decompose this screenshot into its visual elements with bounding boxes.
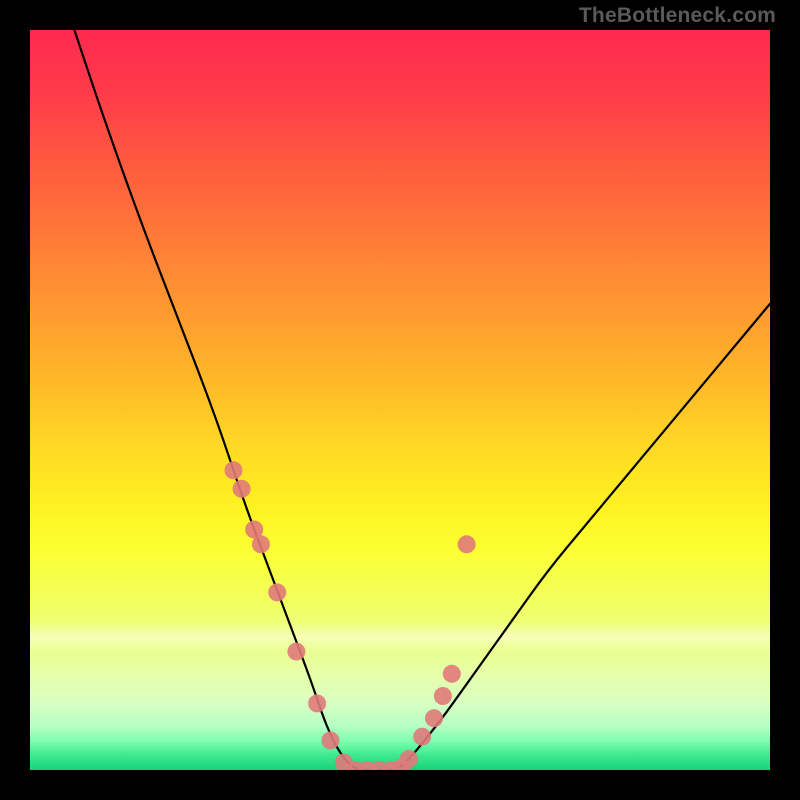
marker-dot <box>400 750 418 768</box>
marker-dot <box>287 643 305 661</box>
marker-dot <box>434 687 452 705</box>
marker-dot <box>458 535 476 553</box>
marker-dot <box>308 694 326 712</box>
plot-area <box>30 30 770 770</box>
highlighted-points <box>225 461 476 770</box>
marker-dot <box>413 728 431 746</box>
marker-dot <box>443 665 461 683</box>
marker-dot <box>425 709 443 727</box>
marker-dot <box>268 583 286 601</box>
marker-dot <box>252 535 270 553</box>
watermark: TheBottleneck.com <box>579 4 776 28</box>
chart-svg <box>30 30 770 770</box>
marker-dot <box>321 731 339 749</box>
bottleneck-curve <box>74 30 770 770</box>
chart-frame: TheBottleneck.com <box>0 0 800 800</box>
marker-dot <box>233 480 251 498</box>
marker-dot <box>225 461 243 479</box>
